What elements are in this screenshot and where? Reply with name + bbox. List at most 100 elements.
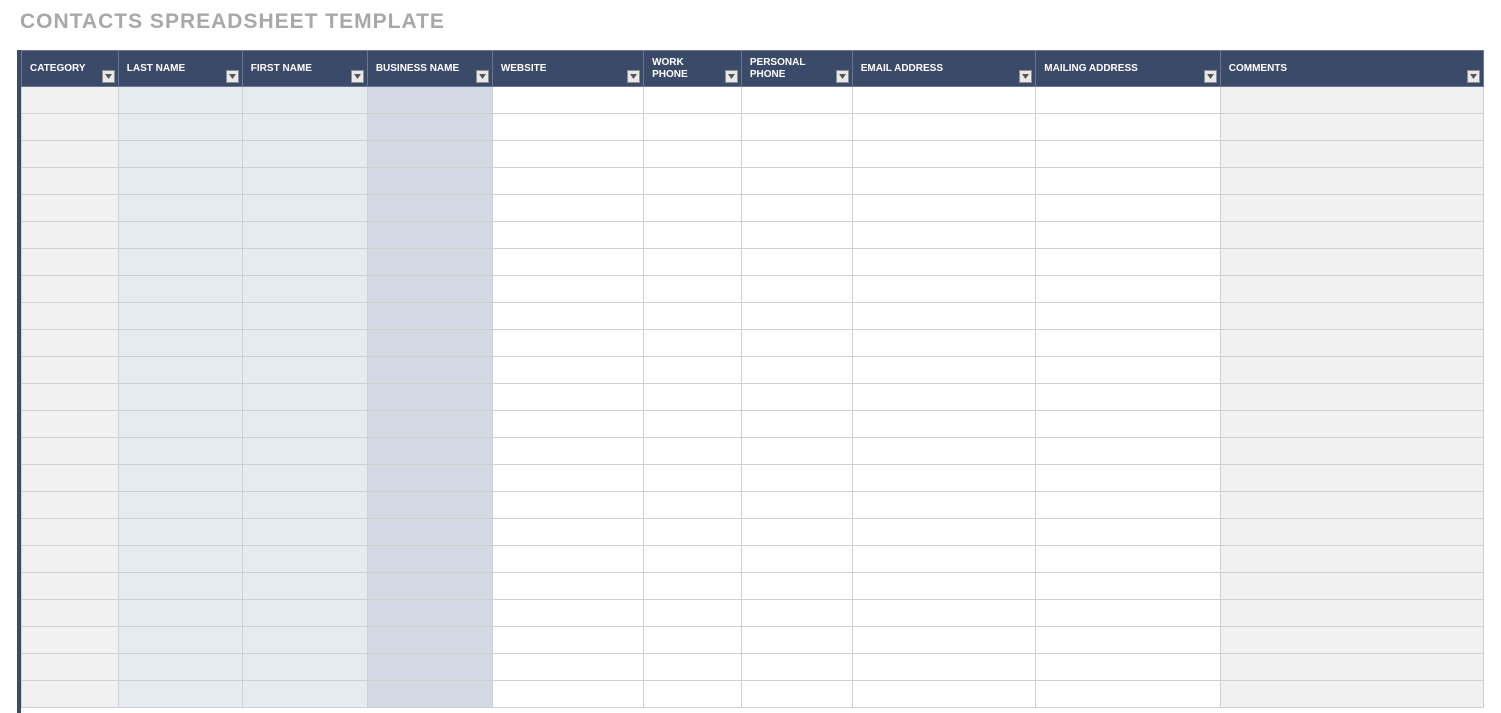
cell-work_phone[interactable] xyxy=(644,492,742,519)
cell-website[interactable] xyxy=(492,87,643,114)
cell-business_name[interactable] xyxy=(367,303,492,330)
cell-last_name[interactable] xyxy=(118,114,242,141)
cell-category[interactable] xyxy=(22,87,119,114)
cell-business_name[interactable] xyxy=(367,249,492,276)
cell-website[interactable] xyxy=(492,168,643,195)
filter-dropdown-icon[interactable] xyxy=(102,70,115,83)
cell-first_name[interactable] xyxy=(242,357,367,384)
cell-mailing_address[interactable] xyxy=(1036,654,1221,681)
column-header-business_name[interactable]: BUSINESS NAME xyxy=(367,51,492,87)
cell-category[interactable] xyxy=(22,654,119,681)
cell-business_name[interactable] xyxy=(367,168,492,195)
cell-comments[interactable] xyxy=(1220,546,1483,573)
cell-category[interactable] xyxy=(22,195,119,222)
cell-category[interactable] xyxy=(22,492,119,519)
cell-comments[interactable] xyxy=(1220,465,1483,492)
cell-last_name[interactable] xyxy=(118,681,242,708)
cell-business_name[interactable] xyxy=(367,330,492,357)
cell-website[interactable] xyxy=(492,600,643,627)
cell-business_name[interactable] xyxy=(367,411,492,438)
cell-business_name[interactable] xyxy=(367,195,492,222)
cell-personal_phone[interactable] xyxy=(741,654,852,681)
cell-category[interactable] xyxy=(22,276,119,303)
cell-email_address[interactable] xyxy=(852,492,1036,519)
cell-last_name[interactable] xyxy=(118,276,242,303)
cell-category[interactable] xyxy=(22,141,119,168)
cell-email_address[interactable] xyxy=(852,600,1036,627)
cell-first_name[interactable] xyxy=(242,411,367,438)
cell-comments[interactable] xyxy=(1220,627,1483,654)
cell-website[interactable] xyxy=(492,438,643,465)
cell-comments[interactable] xyxy=(1220,654,1483,681)
cell-business_name[interactable] xyxy=(367,87,492,114)
cell-email_address[interactable] xyxy=(852,168,1036,195)
cell-last_name[interactable] xyxy=(118,627,242,654)
cell-business_name[interactable] xyxy=(367,357,492,384)
cell-last_name[interactable] xyxy=(118,573,242,600)
cell-category[interactable] xyxy=(22,303,119,330)
cell-work_phone[interactable] xyxy=(644,276,742,303)
cell-comments[interactable] xyxy=(1220,492,1483,519)
cell-last_name[interactable] xyxy=(118,357,242,384)
cell-email_address[interactable] xyxy=(852,519,1036,546)
cell-personal_phone[interactable] xyxy=(741,519,852,546)
cell-mailing_address[interactable] xyxy=(1036,573,1221,600)
cell-work_phone[interactable] xyxy=(644,357,742,384)
cell-business_name[interactable] xyxy=(367,654,492,681)
cell-mailing_address[interactable] xyxy=(1036,222,1221,249)
cell-first_name[interactable] xyxy=(242,114,367,141)
cell-personal_phone[interactable] xyxy=(741,168,852,195)
cell-comments[interactable] xyxy=(1220,303,1483,330)
cell-last_name[interactable] xyxy=(118,168,242,195)
cell-website[interactable] xyxy=(492,141,643,168)
cell-last_name[interactable] xyxy=(118,519,242,546)
cell-last_name[interactable] xyxy=(118,222,242,249)
cell-personal_phone[interactable] xyxy=(741,465,852,492)
cell-personal_phone[interactable] xyxy=(741,627,852,654)
cell-comments[interactable] xyxy=(1220,573,1483,600)
cell-mailing_address[interactable] xyxy=(1036,330,1221,357)
cell-first_name[interactable] xyxy=(242,465,367,492)
cell-email_address[interactable] xyxy=(852,276,1036,303)
cell-category[interactable] xyxy=(22,222,119,249)
cell-personal_phone[interactable] xyxy=(741,87,852,114)
cell-mailing_address[interactable] xyxy=(1036,303,1221,330)
cell-personal_phone[interactable] xyxy=(741,600,852,627)
column-header-mailing_address[interactable]: MAILING ADDRESS xyxy=(1036,51,1221,87)
cell-work_phone[interactable] xyxy=(644,438,742,465)
cell-category[interactable] xyxy=(22,411,119,438)
cell-last_name[interactable] xyxy=(118,465,242,492)
cell-category[interactable] xyxy=(22,114,119,141)
cell-work_phone[interactable] xyxy=(644,195,742,222)
cell-work_phone[interactable] xyxy=(644,465,742,492)
cell-website[interactable] xyxy=(492,222,643,249)
cell-mailing_address[interactable] xyxy=(1036,519,1221,546)
cell-first_name[interactable] xyxy=(242,87,367,114)
column-header-email_address[interactable]: EMAIL ADDRESS xyxy=(852,51,1036,87)
cell-email_address[interactable] xyxy=(852,87,1036,114)
cell-comments[interactable] xyxy=(1220,519,1483,546)
cell-first_name[interactable] xyxy=(242,330,367,357)
filter-dropdown-icon[interactable] xyxy=(725,70,738,83)
cell-business_name[interactable] xyxy=(367,438,492,465)
column-header-last_name[interactable]: LAST NAME xyxy=(118,51,242,87)
cell-work_phone[interactable] xyxy=(644,546,742,573)
cell-last_name[interactable] xyxy=(118,195,242,222)
cell-work_phone[interactable] xyxy=(644,249,742,276)
cell-email_address[interactable] xyxy=(852,330,1036,357)
cell-business_name[interactable] xyxy=(367,492,492,519)
cell-category[interactable] xyxy=(22,357,119,384)
filter-dropdown-icon[interactable] xyxy=(836,70,849,83)
cell-first_name[interactable] xyxy=(242,492,367,519)
cell-personal_phone[interactable] xyxy=(741,357,852,384)
cell-website[interactable] xyxy=(492,654,643,681)
cell-comments[interactable] xyxy=(1220,330,1483,357)
cell-first_name[interactable] xyxy=(242,249,367,276)
cell-last_name[interactable] xyxy=(118,546,242,573)
cell-business_name[interactable] xyxy=(367,681,492,708)
cell-last_name[interactable] xyxy=(118,384,242,411)
cell-mailing_address[interactable] xyxy=(1036,141,1221,168)
cell-comments[interactable] xyxy=(1220,114,1483,141)
cell-website[interactable] xyxy=(492,411,643,438)
cell-website[interactable] xyxy=(492,465,643,492)
